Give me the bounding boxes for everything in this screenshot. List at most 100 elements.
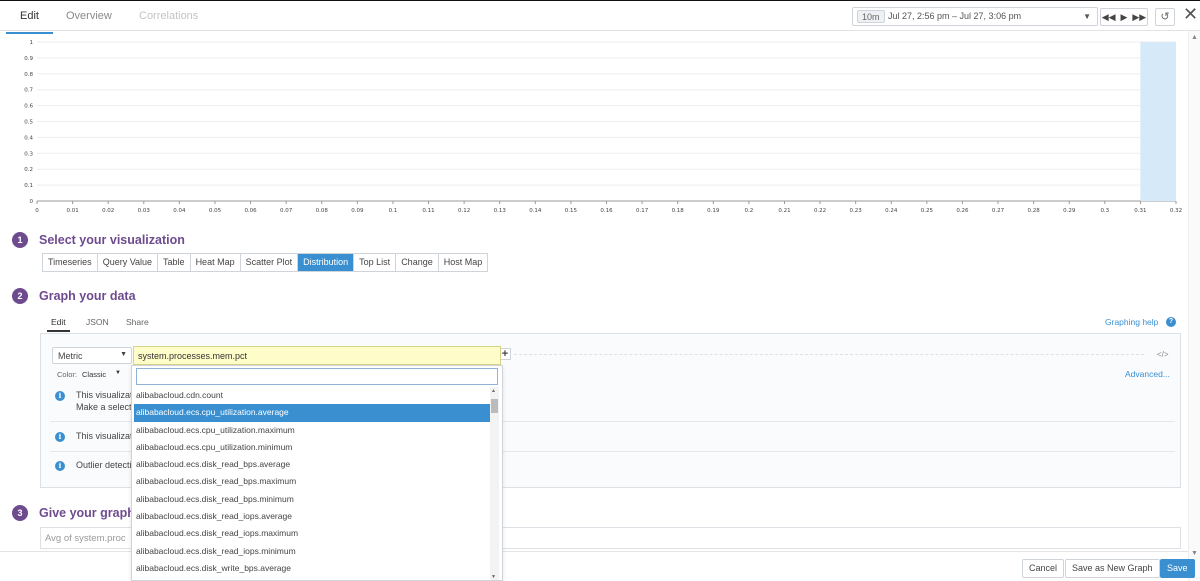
cancel-button[interactable]: Cancel — [1022, 559, 1065, 578]
y-tick-label: 0.2 — [24, 167, 33, 173]
query-type-select[interactable]: Metric ▼ — [52, 347, 132, 364]
play-icon[interactable]: ▶ — [1116, 9, 1131, 25]
viz-option-scatter-plot[interactable]: Scatter Plot — [240, 254, 299, 271]
graphing-help-link[interactable]: Graphing help — [1105, 317, 1158, 327]
metric-search-input[interactable] — [136, 368, 498, 385]
query-divider — [514, 354, 1144, 355]
x-tick-label: 0.16 — [600, 208, 613, 214]
y-tick-label: 0.3 — [24, 151, 33, 157]
editor-tab-json[interactable]: JSON — [86, 317, 109, 327]
save-as-new-graph-button[interactable]: Save as New Graph — [1065, 559, 1160, 578]
metric-options-list: alibabacloud.cdn.count alibabacloud.ecs.c… — [132, 387, 490, 577]
x-tick-label: 0 — [35, 208, 39, 214]
info-icon: i — [55, 432, 65, 442]
metric-option[interactable]: alibabacloud.ecs.disk_read_bps.average — [132, 456, 490, 473]
scroll-down-icon[interactable]: ▼ — [491, 574, 496, 580]
x-tick-label: 0.13 — [494, 208, 507, 214]
section-title-graph-data: Graph your data — [39, 289, 136, 303]
x-tick-label: 0.24 — [885, 208, 898, 214]
x-tick-label: 0.03 — [138, 208, 151, 214]
metric-option[interactable]: alibabacloud.ecs.disk_read_iops.maximum — [132, 525, 490, 542]
fast-forward-icon[interactable]: ▶▶ — [1132, 9, 1147, 25]
section-title-visualization: Select your visualization — [39, 233, 185, 247]
graph-title-value: Avg of system.proc — [45, 533, 126, 544]
metric-input-value: system.processes.mem.pct — [138, 351, 248, 361]
chevron-down-icon: ▼ — [120, 351, 127, 358]
scroll-up-icon[interactable]: ▲ — [1191, 34, 1198, 41]
rewind-icon[interactable]: ◀◀ — [1101, 9, 1116, 25]
x-tick-label: 0.12 — [458, 208, 470, 214]
scroll-up-icon[interactable]: ▲ — [491, 388, 496, 394]
chevron-down-icon[interactable]: ▼ — [1083, 12, 1091, 21]
distribution-bar — [1140, 42, 1176, 201]
y-tick-label: 0.9 — [24, 56, 33, 62]
metric-option[interactable]: alibabacloud.ecs.cpu_utilization.minimum — [132, 439, 490, 456]
x-tick-label: 0.06 — [244, 208, 257, 214]
editor-tab-share[interactable]: Share — [126, 317, 149, 327]
editor-tab-edit[interactable]: Edit — [47, 317, 70, 332]
close-icon[interactable]: ✕ — [1183, 4, 1198, 25]
viz-option-heat-map[interactable]: Heat Map — [190, 254, 241, 271]
color-select[interactable]: Classic — [82, 370, 106, 379]
help-icon[interactable]: ? — [1166, 317, 1176, 327]
advanced-link[interactable]: Advanced... — [1125, 369, 1170, 379]
scroll-thumb[interactable] — [491, 399, 498, 413]
reset-icon[interactable]: ↺ — [1155, 8, 1175, 26]
scroll-down-icon[interactable]: ▼ — [1191, 550, 1198, 557]
y-tick-label: 0.4 — [24, 135, 33, 141]
visualization-selector: Timeseries Query Value Table Heat Map Scatte… — [42, 253, 489, 272]
metric-option[interactable]: alibabacloud.ecs.disk_read_iops.minimum — [132, 543, 490, 560]
tab-correlations[interactable]: Correlations — [139, 10, 198, 22]
x-tick-label: 0.04 — [173, 208, 186, 214]
tab-overview[interactable]: Overview — [66, 10, 112, 22]
chevron-down-icon[interactable]: ▼ — [115, 370, 121, 376]
metric-input[interactable]: system.processes.mem.pct — [133, 346, 501, 365]
x-tick-label: 0.19 — [707, 208, 720, 214]
x-tick-label: 0.28 — [1028, 208, 1041, 214]
timeframe-range: Jul 27, 2:56 pm – Jul 27, 3:06 pm — [888, 11, 1022, 21]
x-tick-label: 0.17 — [636, 208, 649, 214]
metric-option[interactable]: alibabacloud.ecs.disk_write_bps.average — [132, 560, 490, 577]
step-2-badge: 2 — [12, 288, 28, 304]
x-tick-label: 0.27 — [992, 208, 1005, 214]
code-icon[interactable]: </> — [1157, 350, 1169, 359]
x-tick-label: 0.15 — [565, 208, 578, 214]
x-tick-label: 0.29 — [1063, 208, 1076, 214]
x-tick-label: 0.3 — [1100, 208, 1109, 214]
viz-option-top-list[interactable]: Top List — [354, 254, 397, 271]
metric-option[interactable]: alibabacloud.ecs.disk_read_bps.minimum — [132, 491, 490, 508]
x-tick-label: 0.25 — [921, 208, 934, 214]
section-title-graph-name: Give your graph — [39, 506, 135, 520]
x-tick-label: 0.02 — [102, 208, 114, 214]
color-label: Color: — [57, 370, 78, 379]
info-icon: i — [55, 461, 65, 471]
save-button[interactable]: Save — [1160, 559, 1195, 578]
x-tick-label: 0.01 — [66, 208, 78, 214]
timeframe-preset[interactable]: 10m — [857, 10, 885, 23]
x-tick-label: 0.32 — [1170, 208, 1182, 214]
timeframe-selector[interactable]: 10m Jul 27, 2:56 pm – Jul 27, 3:06 pm ▼ — [852, 7, 1098, 26]
metric-option[interactable]: alibabacloud.ecs.cpu_utilization.maximum — [132, 422, 490, 439]
y-tick-label: 0.8 — [24, 72, 33, 78]
x-tick-label: 0.1 — [389, 208, 398, 214]
query-type-label: Metric — [58, 351, 83, 361]
x-tick-label: 0.26 — [956, 208, 969, 214]
viz-option-table[interactable]: Table — [158, 254, 191, 271]
x-tick-label: 0.22 — [814, 208, 826, 214]
metric-option[interactable]: alibabacloud.ecs.disk_read_iops.average — [132, 508, 490, 525]
tab-edit[interactable]: Edit — [6, 10, 53, 34]
viz-option-change[interactable]: Change — [396, 254, 439, 271]
x-tick-label: 0.31 — [1134, 208, 1146, 214]
metric-dropdown: alibabacloud.cdn.count alibabacloud.ecs.c… — [131, 365, 503, 581]
viz-option-distribution[interactable]: Distribution — [298, 254, 355, 271]
metric-option[interactable]: alibabacloud.ecs.disk_read_bps.maximum — [132, 473, 490, 490]
dropdown-scrollbar[interactable]: ▲ ▼ — [490, 387, 499, 580]
viz-option-query-value[interactable]: Query Value — [97, 254, 159, 271]
metric-option[interactable]: alibabacloud.ecs.cpu_utilization.average — [134, 404, 490, 422]
viz-option-host-map[interactable]: Host Map — [438, 254, 488, 271]
viz-option-timeseries[interactable]: Timeseries — [43, 254, 98, 271]
page-scrollbar[interactable]: ▲ ▼ — [1188, 31, 1200, 581]
x-tick-label: 0.23 — [850, 208, 863, 214]
x-tick-label: 0.18 — [672, 208, 685, 214]
metric-option[interactable]: alibabacloud.cdn.count — [132, 387, 490, 404]
